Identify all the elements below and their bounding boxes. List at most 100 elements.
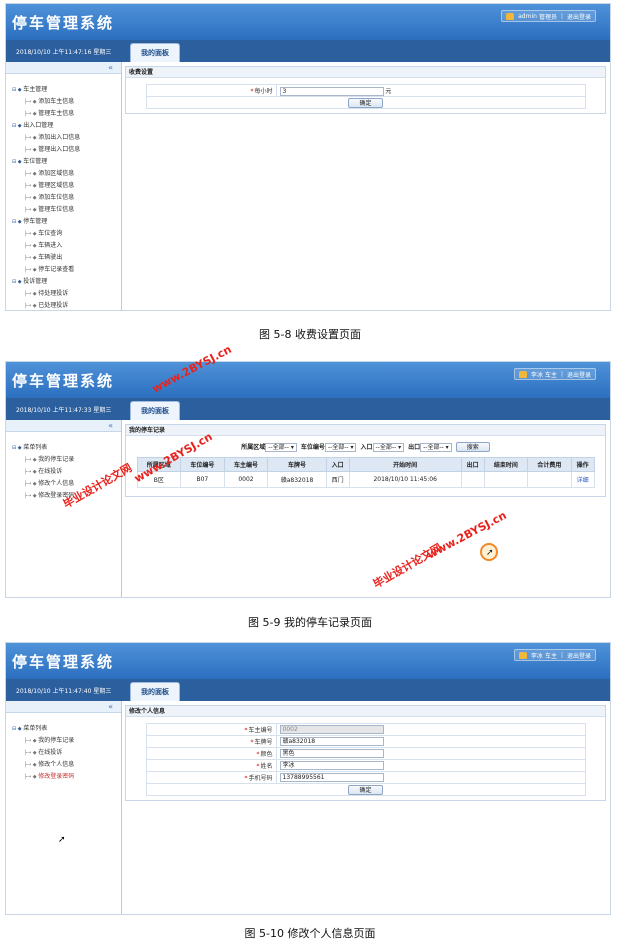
sidebar-menu: 车主管理添加车主信息管理车主信息出入口管理添加出入口信息管理出入口信息车位管理添… [6, 74, 121, 310]
filter-select[interactable]: --全部-- ▾ [372, 443, 405, 452]
sidebar-item[interactable]: 添加出入口信息 [12, 132, 121, 144]
sidebar-item[interactable]: 车辆进入 [12, 240, 121, 252]
datetime: 2018/10/10 上午11:47:33 星期三 [16, 407, 112, 414]
sidebar-group[interactable]: 车位管理 [12, 156, 121, 168]
sidebar-group[interactable]: 菜单列表 [12, 723, 121, 735]
sidebar: « 菜单列表我的停车记录在线投诉修改个人信息修改登录密码 [6, 420, 122, 597]
collapse-sidebar-button[interactable]: « [6, 62, 121, 74]
detail-link[interactable]: 详细 [570, 471, 595, 488]
sidebar-item[interactable]: 管理车位信息 [12, 204, 121, 216]
field-input[interactable]: 赣a832018 [279, 737, 384, 746]
field-cell: 赣a832018 [275, 735, 586, 748]
filter-bar: 所属区域 --全部-- ▾ 车位编号 --全部-- ▾ 入口 --全部-- ▾ 出口 --全部… [126, 436, 605, 457]
main-content: 收费设置 每小时 3 元 确定 [125, 66, 606, 114]
sidebar-menu: 菜单列表我的停车记录在线投诉修改个人信息修改登录密码 [6, 713, 121, 783]
logout-link[interactable]: 退出登录 [567, 651, 591, 660]
edit-profile-panel: 修改个人信息 车主编号0002车牌号赣a832018颜色黑色姓名李冰手机号码13… [125, 705, 606, 801]
confirm-button[interactable]: 确定 [348, 97, 383, 108]
field-label: 车牌号 [145, 735, 277, 748]
table-header-cell: 车牌号 [267, 457, 327, 472]
search-button[interactable]: 搜索 [455, 442, 490, 452]
table-header-cell: 入口 [325, 457, 350, 472]
user-role: 车主 [544, 652, 557, 660]
filter-group: 所属区域 --全部-- ▾ [241, 442, 297, 452]
tab-my-panel[interactable]: 我的面板 [130, 401, 180, 420]
table-cell: B区 [136, 471, 182, 488]
sidebar-group[interactable]: 车主管理 [12, 84, 121, 96]
sidebar-group[interactable]: 菜单列表 [12, 442, 121, 454]
sidebar-group[interactable]: 停车管理 [12, 216, 121, 228]
fee-settings-panel: 收费设置 每小时 3 元 确定 [125, 66, 606, 114]
sidebar-item[interactable]: 车辆驶出 [12, 252, 121, 264]
sidebar-item[interactable]: 我的停车记录 [12, 454, 121, 466]
fee-form: 每小时 3 元 确定 [145, 84, 586, 109]
sidebar-item[interactable]: 管理区域信息 [12, 180, 121, 192]
datetime: 2018/10/10 上午11:47:16 星期三 [16, 49, 112, 56]
sidebar-item[interactable]: 添加车主信息 [12, 96, 121, 108]
sidebar-group[interactable]: 出入口管理 [12, 120, 121, 132]
sidebar-item[interactable]: 车位查询 [12, 228, 121, 240]
field-input[interactable]: 13788995561 [279, 773, 384, 782]
filter-group: 入口 --全部-- ▾ [360, 442, 405, 452]
collapse-sidebar-button[interactable]: « [6, 420, 121, 432]
panel-title: 修改个人信息 [126, 706, 605, 717]
records-table: 所属区域 车位编号 车主编号 车牌号 入口 开始时间 出口 结束时间 合计费用 操作 B区 B07 0… [136, 457, 595, 488]
field-cell: 13788995561 [275, 771, 586, 784]
confirm-button[interactable]: 确定 [348, 784, 383, 795]
sub-bar: 2018/10/10 上午11:47:40 星期三 我的面板 [6, 679, 610, 701]
collapse-sidebar-button[interactable]: « [6, 701, 121, 713]
separator: | [560, 12, 563, 20]
sidebar-item[interactable]: 修改个人信息 [12, 759, 121, 771]
sidebar-item[interactable]: 管理出入口信息 [12, 144, 121, 156]
sidebar-group[interactable]: 投诉管理 [12, 276, 121, 288]
filter-group: 出口 --全部-- ▾ [408, 442, 452, 452]
panel-title: 我的停车记录 [126, 425, 605, 436]
sidebar: « 菜单列表我的停车记录在线投诉修改个人信息修改登录密码 ➚ [6, 701, 122, 914]
logout-link[interactable]: 退出登录 [567, 12, 591, 21]
app-title: 停车管理系统 [12, 653, 115, 671]
sidebar-item[interactable]: 添加区域信息 [12, 168, 121, 180]
logout-link[interactable]: 退出登录 [567, 370, 591, 379]
form-row: 车主编号0002 [145, 723, 586, 736]
filter-select[interactable]: --全部-- ▾ [420, 443, 452, 452]
table-header-cell: 所属区域 [136, 457, 182, 472]
table-header-row: 所属区域 车位编号 车主编号 车牌号 入口 开始时间 出口 结束时间 合计费用 操作 [136, 457, 595, 472]
sub-bar: 2018/10/10 上午11:47:16 星期三 我的面板 [6, 40, 610, 62]
field-cell: 0002 [275, 723, 586, 736]
table-row: B区 B07 0002 赣a832018 西门 2018/10/10 11:45:06 详细 [136, 471, 595, 488]
field-input[interactable]: 李冰 [279, 761, 384, 770]
sidebar-item[interactable]: 修改登录密码 [12, 771, 121, 783]
datetime: 2018/10/10 上午11:47:40 星期三 [16, 688, 112, 695]
table-cell [460, 471, 485, 488]
button-cell: 确定 [145, 783, 586, 796]
sidebar-item[interactable]: 添加车位信息 [12, 192, 121, 204]
user-role: 车主 [544, 371, 557, 379]
tab-my-panel[interactable]: 我的面板 [130, 682, 180, 701]
sidebar-item[interactable]: 在线投诉 [12, 466, 121, 478]
tab-my-panel[interactable]: 我的面板 [130, 43, 180, 62]
filter-select[interactable]: --全部-- ▾ [265, 443, 297, 452]
field-label: 颜色 [145, 747, 277, 760]
user-box: 李冰 车主 | 退出登录 [513, 649, 596, 661]
hourly-fee-input[interactable]: 3 [279, 86, 384, 96]
filter-label: 车位编号 [300, 444, 325, 451]
caption-fig-5-8: 图 5-8 收费设置页面 [259, 328, 361, 341]
table-header-cell: 操作 [570, 457, 595, 472]
user-role: 管理员 [538, 13, 557, 21]
sidebar-item[interactable]: 待处理投诉 [12, 288, 121, 300]
sidebar-item[interactable]: 管理车主信息 [12, 108, 121, 120]
table-header-cell: 车主编号 [223, 457, 269, 472]
field-input[interactable]: 黑色 [279, 749, 384, 758]
table-cell: 0002 [223, 471, 269, 488]
sidebar-item[interactable]: 已处理投诉 [12, 300, 121, 310]
filter-select[interactable]: --全部-- ▾ [324, 443, 357, 452]
user-icon [518, 370, 527, 378]
table-cell: 2018/10/10 11:45:06 [348, 471, 462, 488]
sidebar-item[interactable]: 我的停车记录 [12, 735, 121, 747]
form-row: 手机号码13788995561 [145, 771, 586, 784]
sidebar-item[interactable]: 修改个人信息 [12, 478, 121, 490]
sidebar-item[interactable]: 修改登录密码 [12, 490, 121, 502]
sidebar-item[interactable]: 在线投诉 [12, 747, 121, 759]
table-header-cell: 车位编号 [180, 457, 225, 472]
sidebar-item[interactable]: 停车记录查看 [12, 264, 121, 276]
